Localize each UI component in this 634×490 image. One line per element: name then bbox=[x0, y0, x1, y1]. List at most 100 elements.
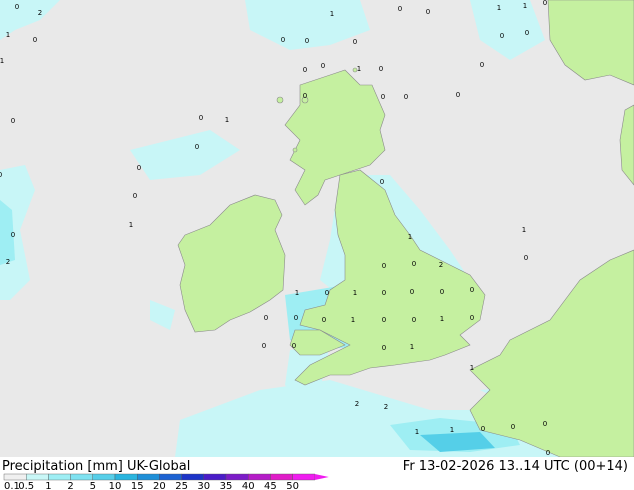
precip-value: 0 bbox=[382, 262, 386, 270]
scale-tick-label: 25 bbox=[175, 481, 188, 490]
precip-value: 0 bbox=[294, 314, 298, 322]
precip-value: 0 bbox=[11, 117, 15, 125]
precip-value: 1 bbox=[415, 428, 419, 436]
precip-value: 0 bbox=[380, 178, 384, 186]
precip-value: 1 bbox=[225, 116, 229, 124]
precip-value: 1 bbox=[295, 289, 299, 297]
scale-swatch bbox=[70, 473, 93, 481]
scale-swatch bbox=[92, 473, 116, 481]
precip-value: 0 bbox=[543, 0, 547, 7]
precip-value: 0 bbox=[410, 288, 414, 296]
precip-value: 0 bbox=[303, 66, 307, 74]
scale-swatch bbox=[203, 473, 227, 481]
precip-value: 1 bbox=[351, 316, 355, 324]
precip-value: 2 bbox=[6, 258, 10, 266]
precip-value: 0 bbox=[382, 289, 386, 297]
scale-tick-label: 50 bbox=[286, 481, 299, 490]
scale-swatch bbox=[292, 473, 316, 481]
precip-value: 0 bbox=[292, 342, 296, 350]
precip-value: 0 bbox=[281, 36, 285, 44]
scale-tick-label: 30 bbox=[197, 481, 210, 490]
precip-value: 2 bbox=[384, 403, 388, 411]
scale-tick-label: 10 bbox=[109, 481, 122, 490]
precip-value: 0 bbox=[412, 260, 416, 268]
precip-value: 0 bbox=[133, 192, 137, 200]
precip-value: 1 bbox=[408, 233, 412, 241]
scale-tick-label: 40 bbox=[242, 481, 255, 490]
precipitation-map: Precipitation [mm] UK-Global Fr 13-02-20… bbox=[0, 0, 634, 490]
precip-value: 1 bbox=[6, 31, 10, 39]
precip-value: 1 bbox=[129, 221, 133, 229]
precip-value: 1 bbox=[450, 426, 454, 434]
precip-value: 0 bbox=[262, 342, 266, 350]
title: Precipitation [mm] UK-Global bbox=[2, 459, 190, 474]
scale-swatch bbox=[114, 473, 138, 481]
scale-swatch bbox=[136, 473, 160, 481]
precip-value: 0 bbox=[440, 288, 444, 296]
precip-value: 0 bbox=[543, 420, 547, 428]
scale-tick-label: 15 bbox=[131, 481, 144, 490]
precip-value: 2 bbox=[38, 9, 42, 17]
precip-value: 0 bbox=[33, 36, 37, 44]
precip-value: 0 bbox=[195, 143, 199, 151]
precip-value: 0 bbox=[525, 29, 529, 37]
scale-swatch bbox=[247, 473, 271, 481]
precip-value: 0 bbox=[305, 37, 309, 45]
scale-swatch bbox=[270, 473, 293, 481]
valid-time: Fr 13-02-2026 13..14 UTC (00+14) bbox=[403, 459, 628, 474]
precip-value: 0 bbox=[381, 93, 385, 101]
precip-value: 1 bbox=[497, 4, 501, 12]
precip-value: 2 bbox=[439, 261, 443, 269]
precip-value: 0 bbox=[0, 171, 2, 179]
precip-value: 0 bbox=[404, 93, 408, 101]
precip-value: 1 bbox=[330, 10, 334, 18]
precip-value: 0 bbox=[15, 3, 19, 11]
precip-value: 1 bbox=[470, 364, 474, 372]
precip-value: 1 bbox=[357, 65, 361, 73]
scale-swatch bbox=[26, 473, 49, 481]
precip-value: 0 bbox=[480, 61, 484, 69]
scale-tick-label: 0.5 bbox=[18, 481, 34, 490]
precip-value: 0 bbox=[137, 164, 141, 172]
scale-swatch bbox=[225, 473, 249, 481]
precip-value: 0 bbox=[546, 449, 550, 457]
scale-tick-label: 35 bbox=[220, 481, 233, 490]
scale-swatch bbox=[48, 473, 71, 481]
precip-value: 0 bbox=[470, 286, 474, 294]
precip-value: 0 bbox=[325, 289, 329, 297]
precip-value: 1 bbox=[0, 57, 4, 65]
scale-swatch bbox=[181, 473, 205, 481]
precip-value: 0 bbox=[199, 114, 203, 122]
precip-value: 0 bbox=[379, 65, 383, 73]
precip-value: 0 bbox=[524, 254, 528, 262]
precip-value: 0 bbox=[264, 314, 268, 322]
precip-value: 0 bbox=[11, 231, 15, 239]
precip-value: 1 bbox=[522, 226, 526, 234]
scale-tick-label: 5 bbox=[90, 481, 96, 490]
precip-value: 2 bbox=[355, 400, 359, 408]
precip-value: 0 bbox=[500, 32, 504, 40]
precip-value: 0 bbox=[456, 91, 460, 99]
precip-value: 1 bbox=[410, 343, 414, 351]
precip-value: 0 bbox=[303, 92, 307, 100]
precip-value: 1 bbox=[353, 289, 357, 297]
precip-value: 0 bbox=[470, 314, 474, 322]
scale-tick-label: 2 bbox=[67, 481, 73, 490]
scale-swatch bbox=[3, 473, 27, 481]
precip-value: 1 bbox=[523, 2, 527, 10]
precip-value: 0 bbox=[398, 5, 402, 13]
precip-value: 0 bbox=[426, 8, 430, 16]
precip-value: 0 bbox=[382, 316, 386, 324]
scale-tick-label: 45 bbox=[264, 481, 277, 490]
precip-value: 0 bbox=[321, 62, 325, 70]
precip-value: 0 bbox=[353, 38, 357, 46]
precip-value: 0 bbox=[322, 316, 326, 324]
precip-value: 0 bbox=[511, 423, 515, 431]
precip-value: 0 bbox=[382, 344, 386, 352]
scale-tick-label: 1 bbox=[45, 481, 51, 490]
precip-value: 0 bbox=[481, 425, 485, 433]
precip-value: 0 bbox=[412, 316, 416, 324]
scale-swatch bbox=[159, 473, 182, 481]
precip-value: 1 bbox=[440, 315, 444, 323]
scale-tick-label: 20 bbox=[153, 481, 166, 490]
